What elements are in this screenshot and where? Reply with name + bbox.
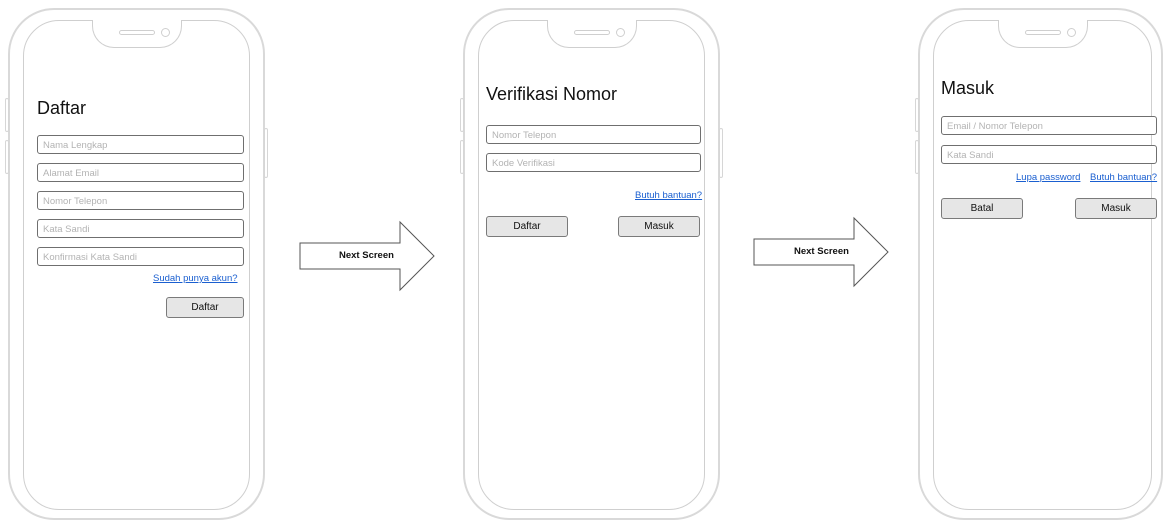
phone-notch <box>547 19 637 48</box>
already-have-account-link[interactable]: Sudah punya akun? <box>153 273 238 284</box>
camera-icon <box>1067 27 1076 37</box>
phone-side-button <box>460 98 464 132</box>
register-button[interactable]: Daftar <box>486 216 568 237</box>
login-button[interactable]: Masuk <box>1075 198 1157 219</box>
phone-side-button <box>915 98 919 132</box>
phone-side-button <box>5 140 9 174</box>
page-title-masuk: Masuk <box>941 78 995 98</box>
speaker-icon <box>119 29 155 35</box>
password-field[interactable]: Kata Sandi <box>941 145 1157 164</box>
phone-number-field[interactable]: Nomor Telepon <box>486 125 701 144</box>
phone-side-button <box>915 140 919 174</box>
speaker-icon <box>574 29 610 35</box>
next-screen-label: Next Screen <box>339 250 394 261</box>
need-help-link[interactable]: Butuh bantuan? <box>1090 172 1157 183</box>
phone-side-button <box>5 98 9 132</box>
phone-number-field[interactable]: Nomor Telepon <box>37 191 244 210</box>
phone-notch <box>92 19 182 48</box>
login-button[interactable]: Masuk <box>618 216 700 237</box>
full-name-field[interactable]: Nama Lengkap <box>37 135 244 154</box>
page-title-daftar: Daftar <box>37 98 87 118</box>
camera-icon <box>616 27 625 37</box>
next-screen-label: Next Screen <box>794 246 849 257</box>
phone-side-button <box>460 140 464 174</box>
phone-side-button <box>264 128 268 178</box>
page-title-verifikasi: Verifikasi Nomor <box>486 84 618 104</box>
phone-notch <box>998 19 1088 48</box>
need-help-link[interactable]: Butuh bantuan? <box>635 190 702 201</box>
password-field[interactable]: Kata Sandi <box>37 219 244 238</box>
cancel-button[interactable]: Batal <box>941 198 1023 219</box>
forgot-password-link[interactable]: Lupa password <box>1016 172 1080 183</box>
camera-icon <box>161 27 170 37</box>
speaker-icon <box>1025 29 1061 35</box>
verification-code-field[interactable]: Kode Verifikasi <box>486 153 701 172</box>
email-or-phone-field[interactable]: Email / Nomor Telepon <box>941 116 1157 135</box>
confirm-password-field[interactable]: Konfirmasi Kata Sandi <box>37 247 244 266</box>
register-button[interactable]: Daftar <box>166 297 244 318</box>
phone-side-button <box>719 128 723 178</box>
email-field[interactable]: Alamat Email <box>37 163 244 182</box>
